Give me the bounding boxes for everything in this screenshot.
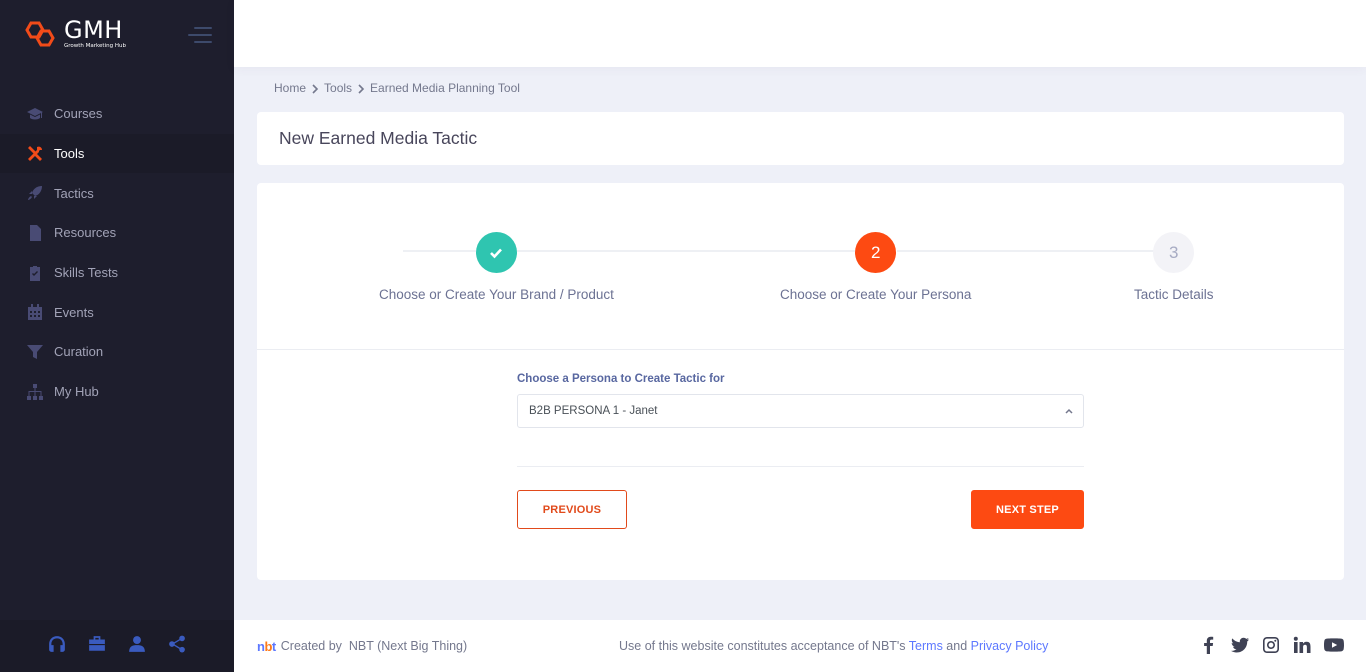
sidebar-item-label: Events	[54, 304, 94, 320]
wizard-actions: PREVIOUS NEXT STEP	[517, 490, 1084, 529]
user-icon[interactable]	[128, 635, 146, 657]
wizard-steps: Choose or Create Your Brand / Product 2 …	[257, 183, 1344, 350]
wizard-step-brand[interactable]: Choose or Create Your Brand / Product	[379, 232, 614, 302]
step-complete-badge	[475, 232, 517, 273]
sidebar-item-label: Courses	[54, 106, 103, 122]
sidebar: GMH Growth Marketing Hub Courses Tools T…	[0, 0, 234, 672]
facebook-icon[interactable]	[1200, 636, 1218, 657]
chevron-right-icon	[357, 83, 365, 94]
footer-and-text: and	[942, 639, 971, 653]
step-number-badge: 3	[1153, 232, 1195, 273]
sidebar-item-tools[interactable]: Tools	[0, 133, 234, 174]
sitemap-icon	[26, 383, 44, 401]
sidebar-footer	[0, 620, 234, 672]
sidebar-item-label: My Hub	[54, 384, 99, 400]
footer-notice: Use of this website constitutes acceptan…	[619, 639, 1048, 653]
footer-created-by: Created by NBT (Next Big Thing)	[280, 639, 468, 653]
wizard-card: Choose or Create Your Brand / Product 2 …	[257, 183, 1344, 580]
step-label: Choose or Create Your Persona	[780, 287, 972, 302]
previous-button[interactable]: PREVIOUS	[517, 490, 627, 529]
instagram-icon[interactable]	[1262, 636, 1280, 657]
footer-credit: nbt Created by NBT (Next Big Thing)	[257, 639, 467, 654]
sidebar-item-label: Skills Tests	[54, 265, 119, 281]
sidebar-item-events[interactable]: Events	[0, 292, 234, 332]
clipboard-check-icon	[26, 264, 44, 282]
page-title-card: New Earned Media Tactic	[257, 112, 1344, 165]
sidebar-item-resources[interactable]: Resources	[0, 213, 234, 253]
persona-select-label: Choose a Persona to Create Tactic for	[517, 373, 725, 385]
sidebar-item-curation[interactable]: Curation	[0, 332, 234, 372]
checkmark-icon	[490, 248, 503, 258]
rocket-icon	[26, 184, 44, 202]
sidebar-item-courses[interactable]: Courses	[0, 94, 234, 134]
tools-icon	[26, 145, 44, 163]
menu-toggle-icon[interactable]	[188, 27, 212, 43]
breadcrumb-home[interactable]: Home	[274, 81, 306, 95]
headset-icon[interactable]	[48, 635, 66, 657]
filter-icon	[26, 343, 44, 361]
sidebar-item-label: Curation	[54, 344, 104, 360]
persona-select[interactable]: B2B PERSONA 1 - Janet	[517, 394, 1084, 428]
step-label: Tactic Details	[1134, 287, 1214, 302]
gmh-logo-icon[interactable]	[22, 19, 58, 49]
next-step-button[interactable]: NEXT STEP	[971, 490, 1084, 529]
chevron-up-icon	[1065, 408, 1073, 414]
nbt-logo[interactable]: nbt	[257, 639, 276, 654]
privacy-policy-link[interactable]: Privacy Policy	[971, 639, 1049, 653]
breadcrumb: Home Tools Earned Media Planning Tool	[274, 81, 520, 95]
social-links	[1200, 636, 1344, 657]
persona-form: Choose a Persona to Create Tactic for B2…	[517, 373, 1084, 529]
twitter-icon[interactable]	[1231, 636, 1249, 657]
terms-link[interactable]: Terms	[909, 639, 943, 653]
breadcrumb-tools[interactable]: Tools	[324, 81, 352, 95]
brand-subtitle: Growth Marketing Hub	[64, 42, 126, 49]
sidebar-item-label: Resources	[54, 225, 117, 241]
form-divider	[517, 466, 1084, 467]
persona-select-value: B2B PERSONA 1 - Janet	[529, 405, 658, 417]
document-icon	[26, 224, 44, 242]
chevron-right-icon	[311, 83, 319, 94]
calendar-icon	[26, 303, 44, 321]
step-label: Choose or Create Your Brand / Product	[379, 287, 614, 302]
briefcase-icon[interactable]	[88, 635, 106, 657]
sidebar-nav: Courses Tools Tactics Resources Skills T…	[0, 94, 234, 412]
graduation-cap-icon	[26, 105, 44, 123]
sidebar-item-tactics[interactable]: Tactics	[0, 173, 234, 213]
share-icon[interactable]	[168, 635, 186, 657]
youtube-icon[interactable]	[1324, 636, 1344, 657]
sidebar-item-skills-tests[interactable]: Skills Tests	[0, 253, 234, 293]
breadcrumb-current[interactable]: Earned Media Planning Tool	[370, 81, 520, 95]
brand-title: GMH	[64, 15, 123, 44]
sidebar-item-my-hub[interactable]: My Hub	[0, 372, 234, 412]
page-footer: nbt Created by NBT (Next Big Thing) Use …	[234, 620, 1366, 672]
footer-notice-text: Use of this website constitutes acceptan…	[619, 639, 909, 653]
wizard-step-tactic-details[interactable]: 3 Tactic Details	[1134, 232, 1214, 302]
sidebar-item-label: Tactics	[54, 185, 94, 201]
step-number-badge: 2	[855, 232, 897, 273]
brand: GMH Growth Marketing Hub	[0, 0, 234, 67]
page-title: New Earned Media Tactic	[279, 128, 478, 148]
wizard-step-persona[interactable]: 2 Choose or Create Your Persona	[780, 232, 971, 302]
sidebar-item-label: Tools	[54, 146, 85, 162]
linkedin-icon[interactable]	[1293, 636, 1311, 657]
top-header	[234, 0, 1366, 67]
